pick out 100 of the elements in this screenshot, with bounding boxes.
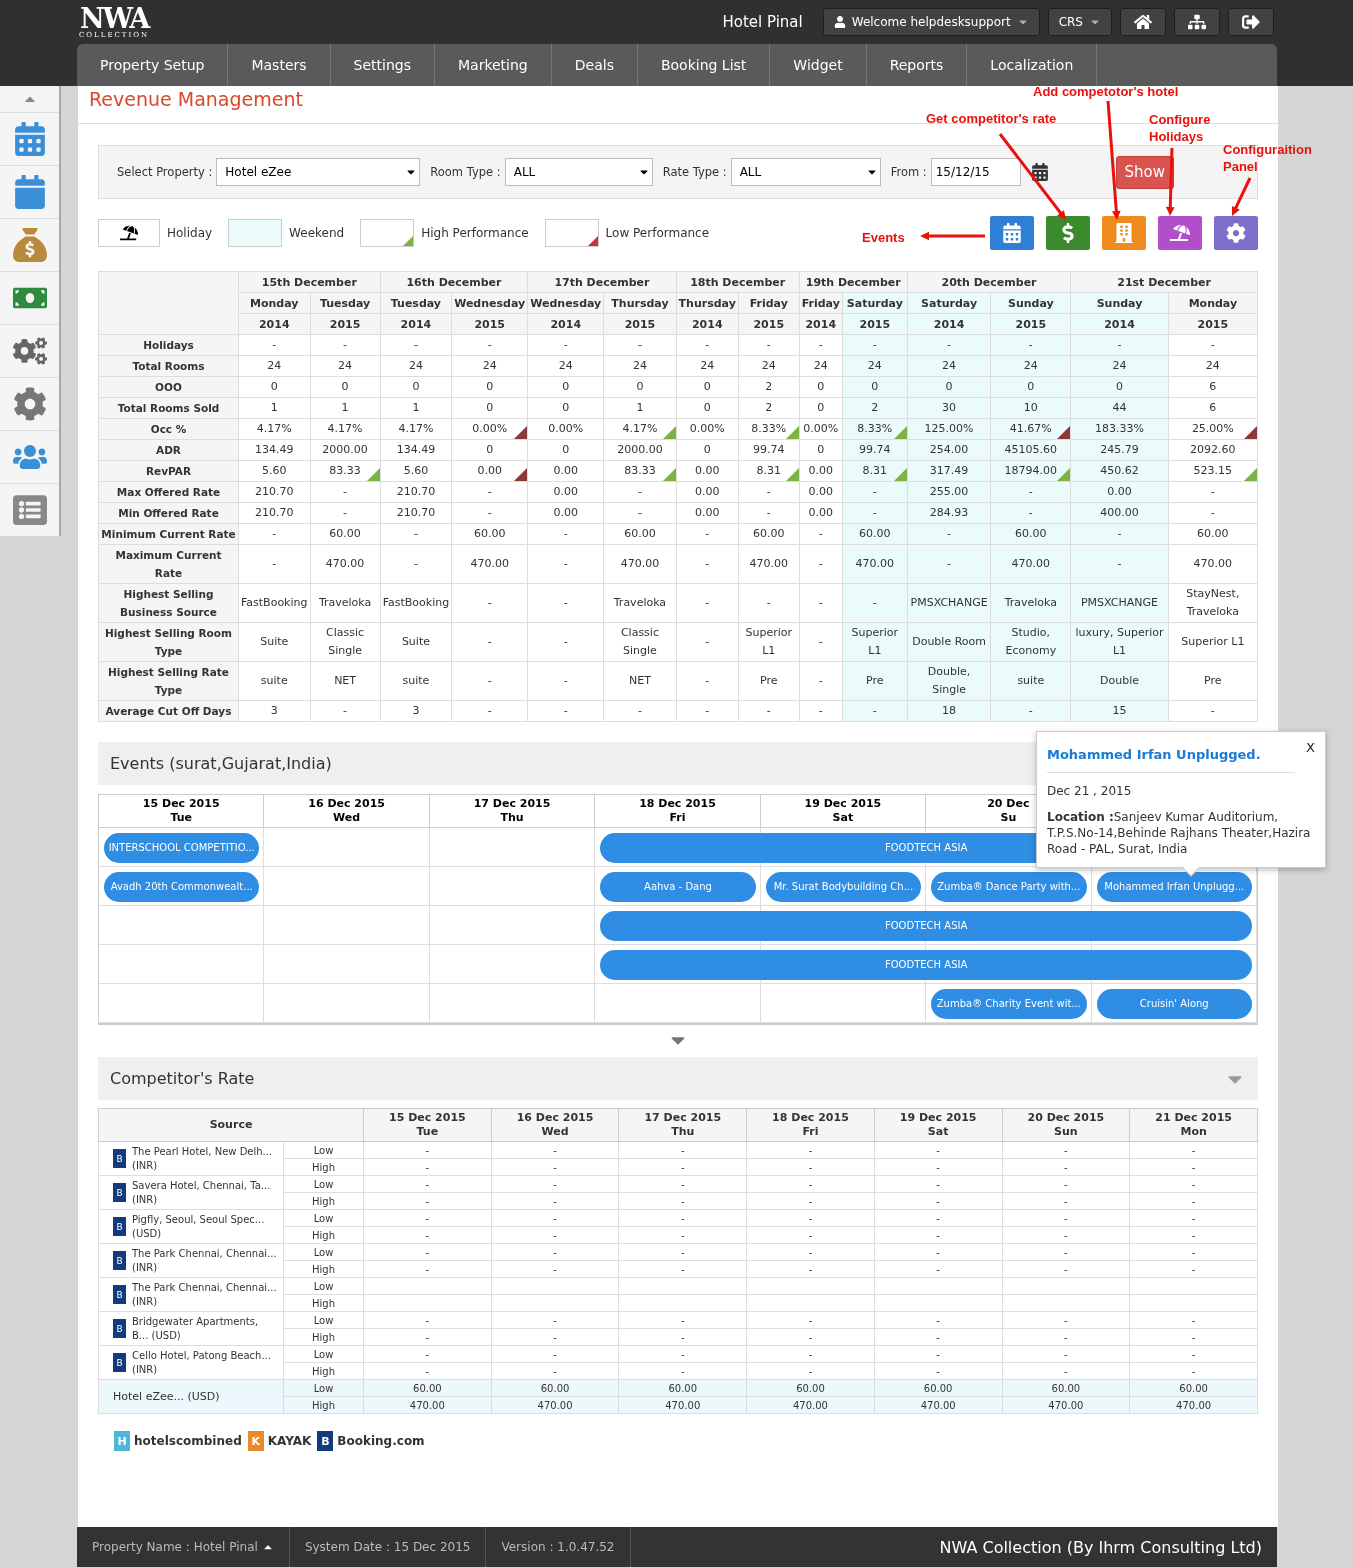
table-cell: -	[842, 583, 908, 623]
table-cell: Superior L1	[842, 622, 908, 662]
source-badge: H	[114, 1431, 130, 1451]
column-header: 16 Dec 2015 Wed	[491, 1108, 619, 1142]
column-header: 15 Dec 2015 Tue	[363, 1108, 492, 1142]
show-button[interactable]: Show	[1115, 155, 1174, 189]
column-header: Source	[98, 1108, 364, 1142]
legend-swatch	[360, 219, 415, 247]
calendar-icon[interactable]	[1030, 163, 1049, 181]
column-header: 17 Dec 2015 Thu	[618, 1108, 747, 1142]
table-cell: luxury, Superior L1	[1070, 622, 1169, 662]
property-select[interactable]: Hotel eZee	[216, 158, 421, 186]
table-cell: -	[1070, 544, 1169, 584]
event-pill[interactable]: Avadh 20th Commonwealt...	[104, 871, 260, 902]
gear-icon[interactable]	[12, 387, 47, 421]
event-pill[interactable]: FOODTECH ASIA	[600, 910, 1252, 941]
event-pill[interactable]: Zumba® Charity Event wit...	[931, 988, 1087, 1019]
hotel-name: Hotel Pinal	[722, 13, 803, 31]
event-pill[interactable]: FOODTECH ASIA	[600, 949, 1252, 980]
annotation-label: Events	[862, 229, 906, 246]
crs-menu[interactable]: CRS	[1047, 8, 1112, 36]
day-header: 16 Dec 2015 Wed	[264, 795, 430, 828]
money-bag-icon[interactable]	[12, 228, 47, 262]
legend-label: High Performance	[421, 226, 529, 240]
booking-badge: B	[113, 1285, 126, 1304]
hotel-name: The Park Chennai, Chennai... (INR)	[132, 1280, 277, 1309]
row-header: Minimum Current Rate	[98, 523, 239, 545]
table-cell: Double Room	[907, 622, 991, 662]
building-icon[interactable]	[1102, 216, 1146, 250]
table-cell: Classic Single	[603, 622, 677, 662]
table-cell: Classic Single	[310, 622, 381, 662]
room-type-select[interactable]: ALL	[504, 158, 653, 186]
table-cell: -	[527, 583, 604, 623]
row-header: Occ %	[98, 418, 239, 440]
table-cell: 470.00	[842, 544, 908, 584]
footer-property: Property Name : Hotel Pinal	[92, 1540, 258, 1554]
table-cell: -	[527, 622, 604, 662]
table-cell: Traveloka	[310, 583, 381, 623]
section-title: Competitor's Rate	[110, 1069, 255, 1088]
row-header: OOO	[98, 376, 239, 398]
sitemap-icon	[1188, 13, 1206, 31]
event-pill[interactable]: INTERSCHOOL COMPETITIO...	[104, 832, 260, 863]
booking-badge: B	[113, 1319, 126, 1338]
table-cell: suite	[238, 661, 310, 701]
table-cell: Studio, Economy	[990, 622, 1071, 662]
events-calendar-icon[interactable]	[990, 216, 1034, 250]
logout-button[interactable]	[1228, 8, 1274, 36]
table-cell: -	[676, 661, 739, 701]
table-cell: -	[238, 544, 310, 584]
table-cell: Superior L1	[1168, 622, 1258, 662]
event-pill[interactable]: Mohammed Irfan Unplugg...	[1096, 871, 1252, 902]
annotation-arrow	[1231, 177, 1252, 216]
table-cell: 470.00	[310, 544, 381, 584]
palm-tree-icon[interactable]	[1158, 216, 1202, 250]
home-button[interactable]	[1120, 8, 1166, 36]
date-field[interactable]: 15/12/15	[930, 158, 1021, 186]
user-menu[interactable]: Welcome helpdesksupport	[822, 8, 1040, 36]
column-header: 20th December	[907, 271, 1071, 293]
close-button[interactable]: X	[1306, 740, 1315, 755]
table-cell: -	[799, 544, 843, 584]
table-cell: Suite	[380, 622, 452, 662]
event-pill[interactable]: Zumba® Dance Party with...	[931, 871, 1087, 902]
table-cell: suite	[990, 661, 1071, 701]
dollar-icon[interactable]	[1046, 216, 1090, 250]
event-pill[interactable]: Mr. Surat Bodybuilding Ch...	[765, 871, 922, 902]
column-header: 16th December	[380, 271, 528, 293]
hotel-name: Pigfly, Seoul, Seoul Spec... (USD)	[132, 1212, 266, 1241]
row-header: Total Rooms Sold	[98, 397, 239, 419]
table-cell: Superior L1	[738, 622, 800, 662]
list-icon[interactable]	[12, 493, 47, 527]
table-cell: -	[676, 622, 739, 662]
table-cell: -	[380, 544, 452, 584]
footer-date: System Date : 15 Dec 2015	[289, 1527, 487, 1567]
table-cell: -	[799, 661, 843, 701]
row-header: Maximum Current Rate	[98, 544, 239, 584]
user-icon	[833, 16, 846, 28]
annotation-arrow	[920, 231, 985, 241]
row-header: RevPAR	[98, 460, 239, 482]
row-header: Average Cut Off Days	[98, 700, 239, 722]
annotation-label: Configure Holidays	[1149, 111, 1212, 145]
table-cell: -	[676, 544, 739, 584]
settings-icon[interactable]	[1214, 216, 1258, 250]
table-cell: 470.00	[1168, 544, 1258, 584]
table-cell: FastBooking	[238, 583, 310, 623]
table-cell: NET	[603, 661, 677, 701]
table-cell: 470.00	[990, 544, 1071, 584]
table-cell: -	[451, 622, 528, 662]
table-cell: Double	[1070, 661, 1169, 701]
event-pill[interactable]: Cruisin' Along	[1096, 988, 1252, 1019]
booking-badge: B	[113, 1251, 126, 1270]
column-header: 21 Dec 2015 Mon	[1129, 1108, 1258, 1142]
event-pill[interactable]: Aahva - Dang	[600, 871, 756, 902]
table-cell: -	[738, 583, 800, 623]
sitemap-button[interactable]	[1174, 8, 1220, 36]
legend-label: Low Performance	[605, 226, 710, 240]
hotel-name: Bridgewater Apartments, B... (USD)	[132, 1314, 260, 1343]
annotation-label: Add competotor's hotel	[1033, 83, 1180, 100]
rate-type-select[interactable]: ALL	[730, 158, 881, 186]
hotel-name: Savera Hotel, Chennai, Ta... (INR)	[132, 1178, 272, 1207]
column-header: 20 Dec 2015 Sun	[1002, 1108, 1130, 1142]
